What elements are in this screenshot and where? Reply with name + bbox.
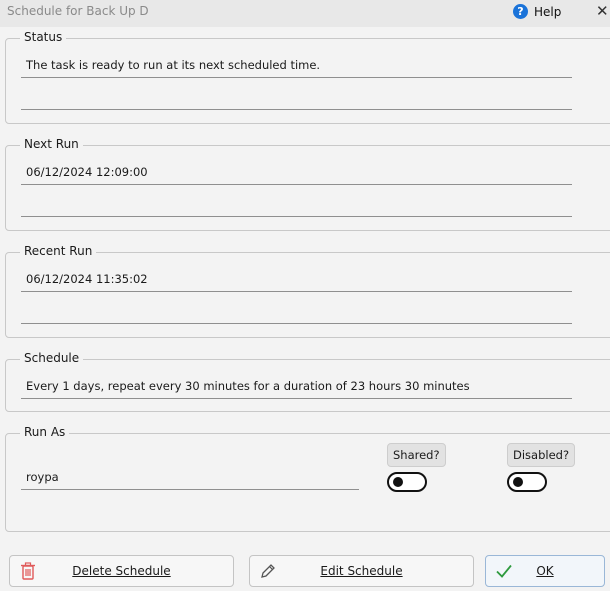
- status-field: The task is ready to run at its next sch…: [21, 56, 572, 78]
- ok-button[interactable]: OK: [485, 555, 605, 587]
- schedule-group: Schedule Every 1 days, repeat every 30 m…: [5, 351, 610, 412]
- status-field-2: [21, 88, 572, 110]
- help-label: Help: [534, 4, 562, 19]
- recent-run-field-2: [21, 302, 572, 324]
- status-value: The task is ready to run at its next sch…: [26, 58, 321, 72]
- edit-schedule-label: Edit Schedule: [320, 564, 403, 578]
- run-as-legend: Run As: [20, 425, 70, 439]
- status-group: Status The task is ready to run at its n…: [5, 30, 610, 124]
- run-as-group: Run As roypa Shared? Disabled?: [5, 425, 610, 532]
- edit-schedule-button[interactable]: Edit Schedule: [249, 555, 474, 587]
- delete-schedule-label: Delete Schedule: [72, 564, 171, 578]
- close-icon[interactable]: ✕: [596, 2, 609, 20]
- schedule-legend: Schedule: [20, 351, 84, 365]
- recent-run-legend: Recent Run: [20, 244, 97, 258]
- disabled-toggle-knob: [513, 477, 523, 487]
- title-bar: Schedule for Back Up D ? Help ✕: [0, 0, 610, 27]
- run-as-user-field[interactable]: roypa: [21, 468, 359, 490]
- schedule-field: Every 1 days, repeat every 30 minutes fo…: [21, 377, 572, 399]
- disabled-toggle[interactable]: [507, 472, 547, 492]
- disabled-label: Disabled?: [507, 443, 576, 467]
- shared-label: Shared?: [387, 443, 446, 467]
- next-run-legend: Next Run: [20, 137, 83, 151]
- shared-toggle[interactable]: [387, 472, 427, 492]
- run-as-user-value: roypa: [26, 470, 59, 484]
- schedule-value: Every 1 days, repeat every 30 minutes fo…: [26, 379, 470, 393]
- ok-label: OK: [536, 564, 554, 578]
- next-run-value: 06/12/2024 12:09:00: [26, 165, 148, 179]
- help-button[interactable]: ? Help: [513, 4, 561, 19]
- window-title: Schedule for Back Up D: [7, 4, 149, 18]
- next-run-field-2: [21, 195, 572, 217]
- next-run-group: Next Run 06/12/2024 12:09:00: [5, 137, 610, 231]
- delete-schedule-button[interactable]: Delete Schedule: [9, 555, 234, 587]
- recent-run-value: 06/12/2024 11:35:02: [26, 272, 148, 286]
- recent-run-field: 06/12/2024 11:35:02: [21, 270, 572, 292]
- status-legend: Status: [20, 30, 67, 44]
- recent-run-group: Recent Run 06/12/2024 11:35:02: [5, 244, 610, 338]
- help-icon: ?: [513, 4, 528, 19]
- shared-toggle-knob: [393, 477, 403, 487]
- next-run-field: 06/12/2024 12:09:00: [21, 163, 572, 185]
